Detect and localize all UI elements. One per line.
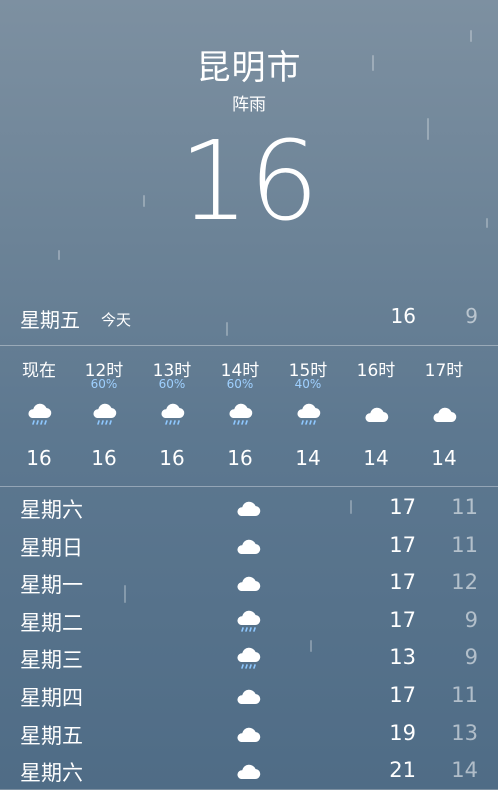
low-temp: 11 — [451, 683, 478, 707]
hourly-item: 16时 14 — [346, 346, 406, 486]
hour-temperature: 16 — [91, 446, 117, 470]
hourly-item: 13时 60% 16 — [142, 346, 202, 486]
today-high-temp: 16 — [390, 304, 416, 328]
cloud-icon — [234, 683, 262, 711]
high-temp: 21 — [389, 758, 416, 783]
current-temperature: 16 — [179, 117, 319, 245]
rain-cloud-icon — [226, 401, 254, 429]
precipitation-chance: 60% — [226, 377, 254, 391]
weekday-label: 星期二 — [20, 610, 83, 635]
high-temp: 13 — [389, 645, 416, 670]
high-temp: 17 — [389, 570, 416, 595]
cloud-icon — [234, 721, 262, 749]
weekday-label: 星期三 — [20, 648, 83, 673]
divider — [0, 486, 498, 487]
low-temp: 12 — [451, 570, 478, 595]
current-condition: 阵雨 — [232, 95, 266, 115]
hour-temperature: 16 — [159, 446, 185, 470]
precipitation-chance: 60% — [158, 377, 186, 391]
daily-forecast-row: 星期五 19 13 — [0, 716, 498, 753]
rain-cloud-icon — [158, 401, 186, 429]
cloud-icon — [430, 401, 458, 429]
hour-temperature: 14 — [363, 446, 389, 470]
low-temp: 9 — [464, 645, 478, 670]
weekday-label: 星期四 — [20, 686, 83, 710]
daily-forecast-row: 星期四 17 11 — [0, 678, 498, 715]
daily-forecast-row: 星期二 17 9 — [0, 603, 498, 640]
high-temp: 19 — [389, 720, 416, 745]
low-temp: 14 — [451, 758, 478, 783]
today-summary-row: 星期五 今天 16 9 — [0, 300, 498, 336]
low-temp: 9 — [464, 607, 478, 632]
precipitation-chance: 40% — [294, 377, 322, 391]
hourly-item: 14时 60% 16 — [210, 346, 270, 486]
hourly-item: 17时 14 — [414, 346, 474, 486]
rain-cloud-icon — [234, 608, 262, 636]
high-temp: 17 — [389, 495, 416, 519]
weekday-label: 星期日 — [20, 535, 83, 560]
hourly-item: 现在 16 — [9, 346, 69, 486]
hourly-item: 1 — [482, 346, 498, 486]
low-temp: 11 — [451, 532, 478, 557]
precipitation-chance: 60% — [90, 377, 118, 391]
rain-cloud-icon — [234, 645, 262, 673]
weekday-label: 星期五 — [20, 723, 83, 748]
today-low-temp: 9 — [465, 304, 478, 328]
hourly-item: 15时 40% 14 — [278, 346, 338, 486]
rain-cloud-icon — [25, 401, 53, 429]
weekday-label: 星期一 — [20, 573, 83, 598]
hour-temperature: 14 — [431, 446, 457, 470]
hour-time-label: 16时 — [356, 361, 396, 381]
cloud-icon — [234, 495, 262, 523]
hourly-forecast-strip[interactable]: 现在 16 12时 60% 16 13时 60% 16 14时 60% 16 15时 40% 14 16时 1… — [0, 346, 498, 486]
low-temp: 13 — [451, 720, 478, 745]
cloud-icon — [234, 758, 262, 786]
today-weekday: 星期五 — [20, 308, 80, 332]
city-name: 昆明市 — [196, 48, 302, 88]
rain-cloud-icon — [90, 401, 118, 429]
daily-forecast-row: 星期一 17 12 — [0, 565, 498, 602]
hourly-item: 12时 60% 16 — [74, 346, 134, 486]
hour-temperature: 14 — [295, 446, 321, 470]
today-label: 今天 — [101, 311, 132, 329]
weekday-label: 星期六 — [20, 498, 83, 522]
cloud-icon — [362, 401, 390, 429]
high-temp: 17 — [389, 532, 416, 557]
low-temp: 11 — [451, 495, 478, 519]
hour-time-label: 现在 — [22, 361, 56, 381]
weekday-label: 星期六 — [20, 761, 83, 786]
hour-time-label: 1 — [482, 356, 498, 376]
cloud-icon — [234, 570, 262, 598]
daily-forecast-row: 星期三 13 9 — [0, 640, 498, 677]
hour-temperature: 16 — [227, 446, 253, 470]
high-temp: 17 — [389, 607, 416, 632]
daily-forecast-row: 星期日 17 11 — [0, 528, 498, 565]
daily-forecast-row: 星期六 17 11 — [0, 490, 498, 527]
hour-time-label: 17时 — [424, 361, 464, 381]
cloud-icon — [234, 533, 262, 561]
high-temp: 17 — [389, 683, 416, 707]
hour-temperature: 16 — [26, 446, 52, 470]
rain-cloud-icon — [294, 401, 322, 429]
daily-forecast-row: 星期六 21 14 — [0, 753, 498, 790]
